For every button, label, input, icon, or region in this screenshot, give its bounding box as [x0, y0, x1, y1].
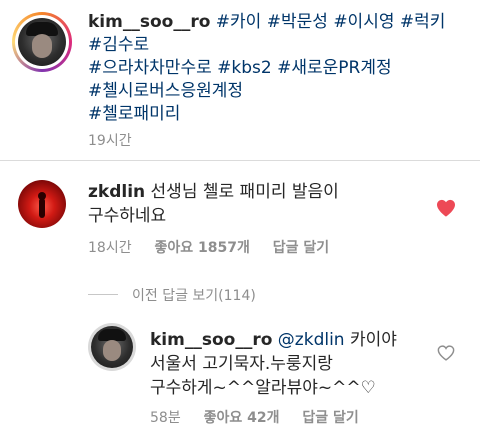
- comment-body-line1: 선생님 첼로 패미리 발음이: [150, 182, 339, 202]
- post-caption-line: #첼로패미리: [88, 102, 180, 126]
- hashtag[interactable]: #이시영: [333, 12, 394, 32]
- comment-reply-button[interactable]: 답글 달기: [273, 240, 329, 256]
- hashtag[interactable]: #카이: [216, 12, 262, 32]
- reply-body-line3: 구수하게~^^알라뷰야~^^♡: [150, 378, 376, 398]
- replies-line: [88, 294, 118, 295]
- hashtag[interactable]: #첼시로버스응원계정: [88, 81, 243, 101]
- post-caption-line: #으라차차만수로 #kbs2 #새로운PR계정: [88, 56, 392, 80]
- reply-text: kim__soo__ro @zkdlin 카이야: [150, 328, 397, 352]
- post-time: 19시간: [88, 133, 132, 149]
- reply-time: 58분: [150, 410, 181, 426]
- heart-outline-icon[interactable]: [437, 345, 455, 361]
- reply-avatar[interactable]: [91, 326, 133, 368]
- post-caption-line: #첼시로버스응원계정: [88, 79, 243, 103]
- comment-likes[interactable]: 좋아요 1857개: [154, 240, 249, 256]
- comment-text: zkdlin 선생님 첼로 패미리 발음이: [88, 180, 339, 204]
- reply-reply-button[interactable]: 답글 달기: [302, 410, 358, 426]
- reply-likes[interactable]: 좋아요 42개: [204, 410, 280, 426]
- heart-filled-icon[interactable]: [436, 199, 456, 217]
- hashtag[interactable]: #kbs2: [217, 58, 272, 78]
- reply-mention[interactable]: @zkdlin: [278, 330, 345, 350]
- hashtag[interactable]: #박문성: [267, 12, 328, 32]
- comment-avatar[interactable]: [18, 180, 66, 228]
- hashtag[interactable]: #새로운PR계정: [277, 58, 392, 78]
- section-divider: [0, 160, 480, 161]
- reply-body-line1: 카이야: [349, 330, 397, 350]
- view-replies-button[interactable]: 이전 답글 보기(114): [132, 285, 256, 305]
- hashtag[interactable]: #김수로: [88, 35, 149, 55]
- post-avatar[interactable]: [18, 18, 66, 66]
- reply-meta: 58분 좋아요 42개 답글 달기: [150, 407, 359, 427]
- reply-username[interactable]: kim__soo__ro: [150, 330, 272, 350]
- hashtag[interactable]: #첼로패미리: [88, 104, 180, 124]
- comment-meta: 18시간 좋아요 1857개 답글 달기: [88, 237, 329, 257]
- comment-time: 18시간: [88, 240, 132, 256]
- hashtag[interactable]: #으라차차만수로: [88, 58, 212, 78]
- post-caption-line: #김수로: [88, 33, 149, 57]
- post-username[interactable]: kim__soo__ro: [88, 12, 210, 32]
- reply-body-line2: 서울서 고기묵자.누룽지랑: [150, 354, 333, 374]
- comment-username[interactable]: zkdlin: [88, 182, 145, 202]
- comment-body-line2: 구수하네요: [88, 206, 167, 226]
- hashtag[interactable]: #럭키: [400, 12, 446, 32]
- post-caption: kim__soo__ro #카이 #박문성 #이시영 #럭키: [88, 10, 445, 34]
